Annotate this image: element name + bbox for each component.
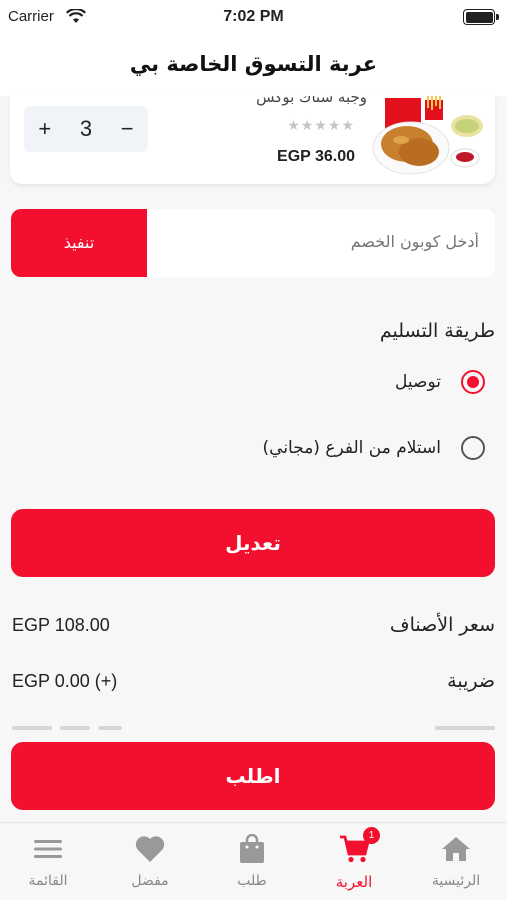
items-price-row: EGP 108.00 سعر الأصناف	[12, 614, 495, 636]
coupon-box: تنفيذ	[11, 209, 495, 277]
cart-item-name: وجبة ستاك بوكس	[256, 96, 367, 106]
pickup-option-label: استلام من الفرع (مجاني)	[262, 438, 441, 458]
delivery-option-pickup[interactable]: استلام من الفرع (مجاني)	[263, 436, 485, 460]
decrease-button[interactable]: −	[121, 116, 134, 142]
radio-selected-icon[interactable]	[461, 370, 485, 394]
delivery-option-delivery[interactable]: توصيل	[395, 370, 485, 394]
rating-stars: ★★★★★	[287, 118, 355, 134]
tab-cart[interactable]: 1 العربة	[309, 827, 399, 891]
tab-favorites-label: مفضل	[131, 873, 169, 889]
tab-orders-label: طلب	[237, 873, 267, 889]
tab-menu-label: القائمة	[28, 873, 68, 889]
edit-button[interactable]: تعديل	[11, 509, 495, 577]
apply-coupon-button[interactable]: تنفيذ	[11, 209, 147, 277]
quantity-stepper[interactable]: + 3 −	[24, 106, 148, 152]
scroll-clipped-row	[12, 722, 495, 738]
nav-header: عربة التسوق الخاصة بي	[0, 34, 507, 96]
page-title: عربة التسوق الخاصة بي	[129, 52, 378, 76]
battery-icon	[463, 9, 499, 25]
tab-home-label: الرئيسية	[431, 873, 481, 889]
home-icon	[411, 833, 501, 865]
bag-icon	[207, 833, 297, 865]
cart-icon: 1	[309, 827, 399, 865]
cart-item-price: EGP 36.00	[277, 148, 355, 165]
quantity-value: 3	[79, 116, 93, 141]
delivery-option-label: توصيل	[395, 372, 441, 392]
radio-unselected-icon[interactable]	[461, 436, 485, 460]
items-price-value: EGP 108.00	[12, 614, 110, 635]
heart-icon	[105, 833, 195, 865]
items-price-label: سعر الأصناف	[389, 614, 495, 636]
clock: 7:02 PM	[223, 8, 284, 25]
meal-image	[367, 96, 485, 178]
tab-menu[interactable]: القائمة	[3, 833, 93, 889]
tax-value: EGP 0.00 (+)	[12, 670, 118, 691]
tab-favorites[interactable]: مفضل	[105, 833, 195, 889]
cart-badge: 1	[363, 827, 380, 844]
order-button[interactable]: اطلب	[11, 742, 495, 810]
increase-button[interactable]: +	[38, 116, 51, 142]
tab-cart-label: العربة	[335, 873, 373, 891]
menu-icon	[3, 833, 93, 865]
coupon-input[interactable]	[179, 232, 479, 251]
tax-row: EGP 0.00 (+) ضريبة	[12, 670, 495, 692]
tab-bar: القائمة مفضل طلب 1 العربة الرئيسية	[0, 822, 507, 900]
tab-home[interactable]: الرئيسية	[411, 833, 501, 889]
cart-item-card[interactable]: وجبة ستاك بوكس ★★★★★ EGP 36.00 + 3 −	[10, 96, 495, 184]
delivery-method-title: طريقة التسليم	[379, 320, 495, 342]
status-bar: Carrier 7:02 PM	[0, 0, 507, 34]
tab-orders[interactable]: طلب	[207, 833, 297, 889]
tax-label: ضريبة	[447, 670, 495, 692]
